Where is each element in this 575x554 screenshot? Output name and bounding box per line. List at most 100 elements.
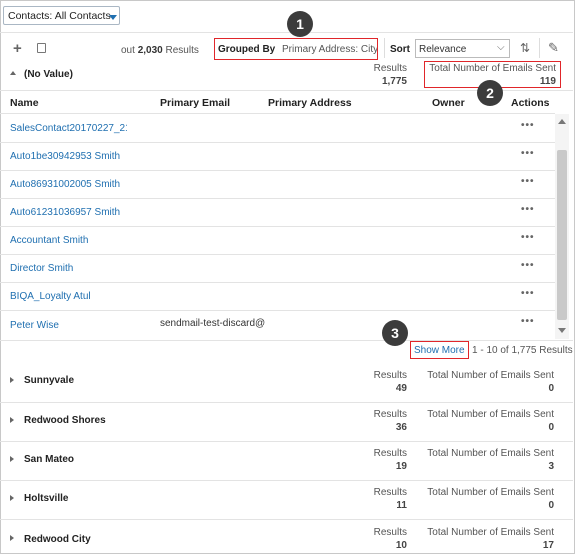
header-divider [0, 32, 573, 33]
group-emails-value: 0 [548, 422, 554, 433]
callout-box-show-more [410, 341, 469, 359]
group-results-label: Results [373, 448, 407, 459]
callout-box-grouped-by [214, 38, 378, 60]
sort-select[interactable]: Relevance ⌵ [415, 39, 510, 58]
sort-label: Sort [390, 44, 410, 55]
group-emails-label: Total Number of Emails Sent [427, 487, 554, 498]
row-name-link[interactable]: Peter Wise [10, 320, 59, 331]
sort-order-icon[interactable]: ⇅ [520, 41, 530, 55]
table-scrollbar[interactable] [555, 114, 569, 339]
col-primary-address[interactable]: Primary Address [268, 97, 352, 109]
table-row[interactable]: Peter Wise sendmail-test-discard@ ••• [0, 310, 555, 338]
group-results-value: 49 [395, 383, 407, 394]
callout-badge-3: 3 [382, 320, 408, 346]
table-row[interactable]: Auto86931002005 Smith ••• [0, 170, 555, 198]
table-row[interactable]: BIQA_Loyalty Atul ••• [0, 282, 555, 310]
table-row[interactable]: Director Smith ••• [0, 254, 555, 282]
group-name-no-value: (No Value) [24, 69, 73, 80]
row-actions-menu[interactable]: ••• [521, 288, 535, 299]
sort-select-value: Relevance [419, 44, 467, 55]
chevron-down-icon: ⌵ [497, 42, 505, 53]
row-name-link[interactable]: Auto1be30942953 Smith [10, 151, 120, 162]
table-row[interactable]: Accountant Smith ••• [0, 226, 555, 254]
group-results-label: Results [373, 370, 407, 381]
group-emails-label: Total Number of Emails Sent [427, 448, 554, 459]
view-select-label: Contacts: All Contacts [8, 10, 111, 22]
group-divider [0, 519, 573, 520]
group-row[interactable]: Sunnyvale Results 49 Total Number of Ema… [0, 366, 573, 400]
group-emails-value: 0 [548, 383, 554, 394]
results-text: out 2,030 Results [121, 45, 199, 56]
group-row[interactable]: Redwood Shores Results 36 Total Number o… [0, 405, 573, 439]
group-divider [0, 480, 573, 481]
expand-icon[interactable] [10, 535, 14, 541]
row-actions-menu[interactable]: ••• [521, 120, 535, 131]
expand-icon[interactable] [10, 417, 14, 423]
row-name-link[interactable]: Accountant Smith [10, 235, 88, 246]
group-name: Redwood Shores [24, 415, 106, 426]
row-name-link[interactable]: Director Smith [10, 263, 73, 274]
group-results-label: Results [373, 487, 407, 498]
col-actions: Actions [511, 97, 550, 109]
results-suffix: Results [162, 45, 199, 56]
col-name[interactable]: Name [10, 97, 39, 109]
scroll-up-arrow[interactable] [558, 119, 566, 124]
group-emails-value: 17 [542, 540, 554, 551]
row-actions-menu[interactable]: ••• [521, 260, 535, 271]
row-actions-menu[interactable]: ••• [521, 176, 535, 187]
col-primary-email[interactable]: Primary Email [160, 97, 230, 109]
toolbar-separator-2 [539, 38, 540, 58]
group-name: Holtsville [24, 493, 69, 504]
pagination-range: 1 - 10 of 1,775 Results [472, 345, 573, 356]
row-name-link[interactable]: Auto61231036957 Smith [10, 207, 120, 218]
group-name: Sunnyvale [24, 375, 75, 386]
expand-icon[interactable] [10, 456, 14, 462]
scroll-down-arrow[interactable] [558, 328, 566, 333]
row-name-link[interactable]: SalesContact20170227_21( [10, 123, 127, 134]
group-results-value: 11 [396, 500, 407, 511]
toolbar-separator [384, 38, 385, 58]
row-name-link[interactable]: Auto86931002005 Smith [10, 179, 120, 190]
row-actions-menu[interactable]: ••• [521, 204, 535, 215]
table-row[interactable]: Auto61231036957 Smith ••• [0, 198, 555, 226]
group-results-value: 19 [395, 461, 407, 472]
group-divider [0, 402, 573, 403]
chevron-down-icon [109, 15, 117, 20]
collapse-icon[interactable] [10, 71, 16, 75]
group-results-label: Results [373, 527, 407, 538]
row-email: sendmail-test-discard@ [160, 318, 266, 329]
col-owner[interactable]: Owner [432, 97, 465, 109]
group-row[interactable]: San Mateo Results 19 Total Number of Ema… [0, 444, 573, 478]
expand-icon[interactable] [10, 495, 14, 501]
group-emails-value: 0 [548, 500, 554, 511]
group-emails-value: 3 [548, 461, 554, 472]
group-results-value: 36 [395, 422, 407, 433]
row-actions-menu[interactable]: ••• [521, 148, 535, 159]
group-divider [0, 441, 573, 442]
group-results-label: Results [373, 409, 407, 420]
row-actions-menu[interactable]: ••• [521, 232, 535, 243]
group-name: Redwood City [24, 534, 91, 545]
group-row[interactable]: Redwood City Results 10 Total Number of … [0, 522, 573, 552]
group-results-value: 10 [395, 540, 407, 551]
group-results-value: 1,775 [381, 76, 407, 87]
group-emails-label: Total Number of Emails Sent [427, 409, 554, 420]
table-row[interactable]: SalesContact20170227_21( ••• [0, 114, 555, 142]
table-row[interactable]: Auto1be30942953 Smith ••• [0, 142, 555, 170]
results-count: 2,030 [137, 45, 163, 56]
group-emails-label: Total Number of Emails Sent [427, 370, 554, 381]
group-row[interactable]: Holtsville Results 11 Total Number of Em… [0, 483, 573, 517]
save-icon[interactable] [37, 43, 46, 53]
group-emails-label: Total Number of Emails Sent [427, 527, 554, 538]
row-actions-menu[interactable]: ••• [521, 316, 535, 327]
edit-icon[interactable]: ✎ [548, 40, 559, 56]
row-name-link[interactable]: BIQA_Loyalty Atul [10, 291, 91, 302]
expand-icon[interactable] [10, 377, 14, 383]
callout-badge-2: 2 [477, 80, 503, 106]
callout-badge-1: 1 [287, 11, 313, 37]
add-icon[interactable]: + [13, 40, 22, 57]
view-select[interactable]: Contacts: All Contacts [3, 6, 120, 25]
group-name: San Mateo [24, 454, 75, 465]
results-prefix: out [121, 45, 138, 56]
scrollbar-thumb[interactable] [557, 150, 567, 320]
